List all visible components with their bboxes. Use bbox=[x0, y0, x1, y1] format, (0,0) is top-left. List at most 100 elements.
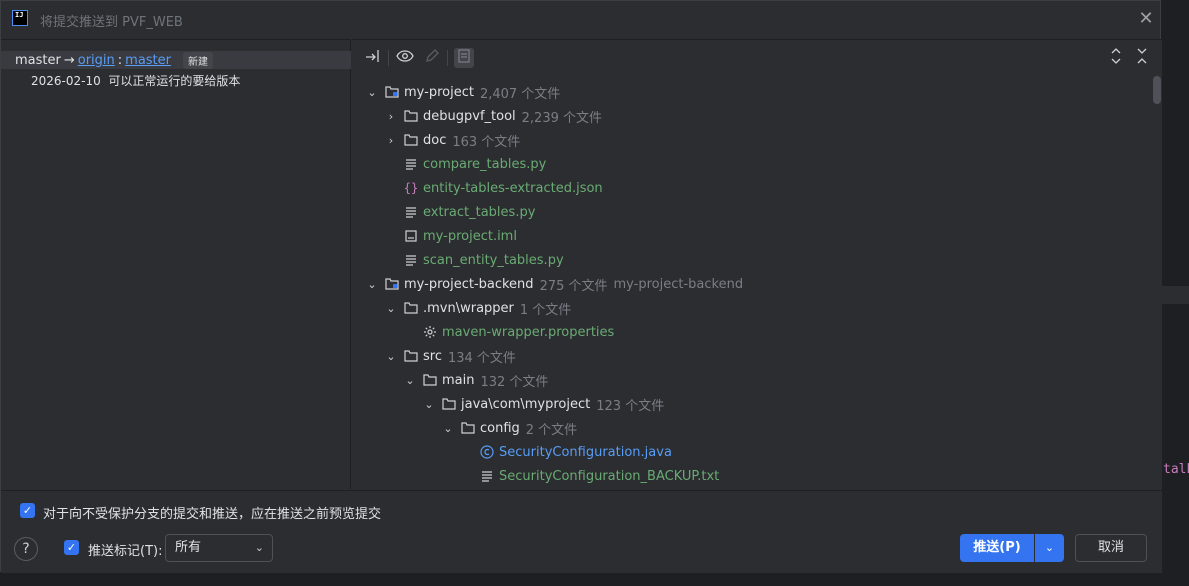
commit-message: 可以正常运行的要给版本 bbox=[108, 74, 241, 88]
folder-icon bbox=[423, 373, 437, 387]
tree-node-label: my-project.iml bbox=[423, 228, 517, 244]
folder-icon bbox=[442, 397, 456, 411]
preview-commits-checkbox[interactable]: ✓ bbox=[20, 503, 35, 518]
dialog-footer: ✓ 对于向不受保护分支的提交和推送，应在推送之前预览提交 ? ✓ 推送标记(T)… bbox=[1, 490, 1162, 573]
tree-node-label: main bbox=[442, 372, 475, 388]
help-icon[interactable]: ? bbox=[14, 537, 38, 561]
collapse-all-icon[interactable] bbox=[1132, 48, 1152, 68]
tree-node-folder[interactable]: ⌄ main 132 个文件 bbox=[403, 368, 548, 392]
file-count: 275 个文件 bbox=[539, 278, 608, 294]
push-button[interactable]: 推送(P) ⌄ bbox=[960, 534, 1064, 562]
commit-item[interactable]: 2026-02-10 可以正常运行的要给版本 bbox=[31, 72, 240, 89]
tree-node-label: entity-tables-extracted.json bbox=[423, 180, 603, 196]
changes-pane: ⌄ my-project 2,407 个文件 › debugpvf_tool 2… bbox=[352, 39, 1162, 489]
cancel-button[interactable]: 取消 bbox=[1075, 534, 1147, 562]
push-tags-label: 推送标记(T): bbox=[88, 544, 163, 559]
commit-date: 2026-02-10 bbox=[31, 74, 101, 88]
json-file-icon: {} bbox=[403, 181, 419, 195]
tree-node-file[interactable]: extract_tables.py bbox=[404, 200, 535, 224]
file-count: 1 个文件 bbox=[519, 302, 572, 318]
background-code-text: talP bbox=[1163, 462, 1189, 477]
push-tags-checkbox[interactable]: ✓ bbox=[64, 540, 79, 555]
tree-node-file[interactable]: my-project.iml bbox=[404, 224, 517, 248]
tree-node-file[interactable]: scan_entity_tables.py bbox=[404, 248, 564, 272]
chevron-down-icon: ⌄ bbox=[254, 541, 264, 554]
folder-icon bbox=[404, 109, 418, 123]
file-count: 134 个文件 bbox=[447, 350, 516, 366]
chevron-down-icon[interactable]: ⌄ bbox=[365, 86, 379, 99]
file-count: 163 个文件 bbox=[452, 134, 521, 150]
folder-icon bbox=[461, 421, 475, 435]
tree-node-label: my-project bbox=[404, 84, 474, 100]
tree-node-folder[interactable]: › doc 163 个文件 bbox=[384, 128, 521, 152]
folder-icon bbox=[404, 301, 418, 315]
separator-text: : bbox=[117, 52, 123, 68]
chevron-right-icon[interactable]: › bbox=[384, 110, 398, 123]
tree-node-label: debugpvf_tool bbox=[423, 108, 516, 124]
changes-toolbar bbox=[352, 40, 1162, 76]
preview-commits-label: 对于向不受保护分支的提交和推送，应在推送之前预览提交 bbox=[43, 507, 382, 522]
tags-select[interactable]: 所有 ⌄ bbox=[165, 534, 273, 562]
tree-node-module[interactable]: ⌄ my-project 2,407 个文件 bbox=[365, 80, 560, 104]
file-count: 123 个文件 bbox=[596, 398, 665, 414]
tree-node-folder[interactable]: › debugpvf_tool 2,239 个文件 bbox=[384, 104, 602, 128]
tree-node-folder[interactable]: ⌄ config 2 个文件 bbox=[441, 416, 577, 440]
file-count: 2 个文件 bbox=[525, 422, 578, 438]
tree-node-label: config bbox=[480, 420, 520, 436]
chevron-down-icon[interactable]: ⌄ bbox=[365, 278, 379, 291]
toolbar-divider bbox=[388, 50, 389, 66]
branch-push-row[interactable]: master → origin : master 新建 bbox=[1, 51, 351, 69]
text-file-icon bbox=[480, 469, 494, 483]
eye-icon[interactable] bbox=[395, 48, 415, 68]
module-folder-icon bbox=[385, 85, 399, 99]
tree-node-file[interactable]: SecurityConfiguration_BACKUP.txt bbox=[480, 464, 719, 488]
file-count: 2,407 个文件 bbox=[479, 86, 561, 102]
chevron-down-icon[interactable]: ⌄ bbox=[403, 374, 417, 387]
intellij-icon: IJ bbox=[12, 10, 28, 26]
module-path: my-project-backend bbox=[613, 276, 744, 292]
dialog-title: 将提交推送到 PVF_WEB bbox=[40, 15, 183, 30]
text-file-icon bbox=[404, 157, 418, 171]
expand-all-icon[interactable] bbox=[1106, 48, 1126, 68]
target-branch-link[interactable]: master bbox=[125, 53, 171, 68]
group-by-icon[interactable] bbox=[454, 48, 474, 68]
chevron-down-icon[interactable]: ⌄ bbox=[384, 350, 398, 363]
collapse-arrows-icon[interactable] bbox=[363, 48, 383, 68]
tree-node-module[interactable]: ⌄ my-project-backend 275 个文件 my-project-… bbox=[365, 272, 743, 296]
tags-select-value: 所有 bbox=[175, 540, 202, 555]
tree-node-label: my-project-backend bbox=[404, 276, 534, 292]
chevron-right-icon[interactable]: › bbox=[384, 134, 398, 147]
tree-node-label: .mvn\wrapper bbox=[423, 300, 514, 316]
toolbar-divider bbox=[447, 50, 448, 66]
arrow-text: → bbox=[63, 52, 75, 68]
push-options-dropdown-icon[interactable]: ⌄ bbox=[1035, 534, 1064, 562]
tree-node-label: compare_tables.py bbox=[423, 156, 547, 172]
folder-icon bbox=[404, 133, 418, 147]
tree-node-file[interactable]: maven-wrapper.properties bbox=[423, 320, 614, 344]
close-icon[interactable]: ✕ bbox=[1137, 10, 1155, 28]
tree-node-folder[interactable]: ⌄ java\com\myproject 123 个文件 bbox=[422, 392, 664, 416]
tree-node-file[interactable]: {} entity-tables-extracted.json bbox=[404, 176, 603, 200]
tree-node-file[interactable]: compare_tables.py bbox=[404, 152, 546, 176]
chevron-down-icon[interactable]: ⌄ bbox=[384, 302, 398, 315]
commits-pane: master → origin : master 新建 2026-02-10 可… bbox=[1, 39, 351, 489]
tree-node-label: SecurityConfiguration_BACKUP.txt bbox=[499, 468, 720, 484]
title-bar: IJ 将提交推送到 PVF_WEB ✕ bbox=[1, 1, 1162, 39]
tree-node-folder[interactable]: ⌄ src 134 个文件 bbox=[384, 344, 516, 368]
tree-node-label: doc bbox=[423, 132, 447, 148]
tree-scrollbar[interactable] bbox=[1153, 76, 1161, 104]
tree-node-file[interactable]: SecurityConfiguration.java bbox=[480, 440, 672, 464]
chevron-down-icon[interactable]: ⌄ bbox=[422, 398, 436, 411]
tree-node-label: maven-wrapper.properties bbox=[442, 324, 615, 340]
module-folder-icon bbox=[385, 277, 399, 291]
remote-link[interactable]: origin bbox=[78, 53, 115, 68]
background-highlight bbox=[1161, 286, 1189, 304]
push-button-label: 推送(P) bbox=[973, 540, 1021, 555]
text-file-icon bbox=[404, 205, 418, 219]
tree-node-label: src bbox=[423, 348, 442, 364]
file-count: 132 个文件 bbox=[480, 374, 549, 390]
chevron-down-icon[interactable]: ⌄ bbox=[441, 422, 455, 435]
tree-node-folder[interactable]: ⌄ .mvn\wrapper 1 个文件 bbox=[384, 296, 571, 320]
gear-icon bbox=[423, 325, 437, 339]
edit-icon[interactable] bbox=[422, 48, 442, 68]
